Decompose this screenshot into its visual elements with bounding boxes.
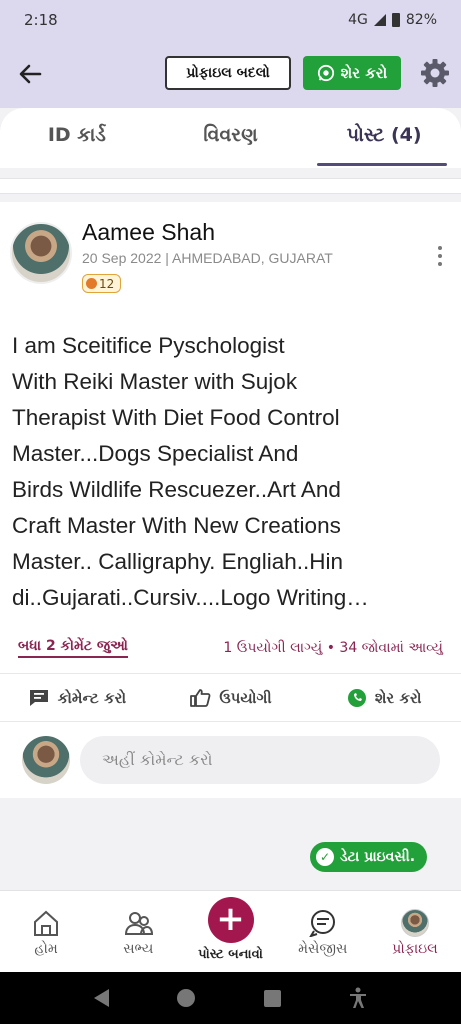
divider-card [0, 178, 461, 194]
check-icon: ✓ [316, 848, 334, 866]
nav-members-label: સભ્ય [123, 941, 154, 957]
nav-home-label: હોમ [34, 941, 58, 957]
useful-label: ઉપયોગી [219, 688, 272, 707]
post-stats: 1 ઉપયોગી લાગ્યું • 34 જોવામાં આવ્યું [223, 640, 443, 656]
battery-level: 82% [405, 12, 437, 28]
home-button-icon[interactable] [177, 989, 196, 1007]
tab-posts[interactable]: પોસ્ટ (4) [307, 108, 461, 168]
edit-profile-button[interactable]: પ્રોફાઇલ બદલો [165, 56, 291, 90]
post-actions: કોમેન્ટ કરો ઉપયોગી શેર કરો [0, 674, 461, 722]
stats-row: બધા 2 કોમેંટ જુઓ 1 ઉપયોગી લાગ્યું • 34 જ… [0, 628, 461, 674]
system-nav-bar [0, 972, 461, 1024]
bottom-nav: હોમ સભ્ય + પોસ્ટ બનાવો મેસેજીસ પ્રોફાઇલ [0, 890, 461, 972]
nav-messages-label: મેસેજીસ [298, 941, 348, 957]
nav-profile[interactable]: પ્રોફાઇલ [369, 891, 461, 972]
members-icon [125, 912, 154, 935]
back-icon[interactable] [94, 989, 110, 1007]
dot [438, 254, 442, 258]
badge-count: 12 [99, 276, 115, 291]
more-options-icon[interactable] [430, 244, 450, 268]
medal-badge: 12 [82, 274, 122, 293]
profile-tabs: ID કાર્ડ વિવરણ પોસ્ટ (4) [0, 108, 461, 168]
nav-create-label: પોસ્ટ બનાવો [198, 947, 263, 962]
share-button[interactable]: શેર કરો [303, 56, 401, 90]
nav-members[interactable]: સભ્ય [92, 891, 184, 972]
avatar [400, 909, 429, 937]
useful-button[interactable]: ઉપયોગી [154, 674, 308, 721]
nav-home[interactable]: હોમ [0, 891, 92, 972]
whatsapp-icon [317, 64, 334, 82]
data-privacy-button[interactable]: ✓ ડેટા પ્રાઇવસી. [310, 842, 428, 872]
recents-icon[interactable] [263, 989, 281, 1007]
signal-icon [373, 14, 386, 26]
gear-icon[interactable] [419, 57, 451, 89]
accessibility-icon[interactable] [349, 987, 367, 1009]
comment-composer: અહીં કોમેન્ટ કરો [0, 722, 461, 798]
nav-profile-label: પ્રોફાઇલ [392, 941, 438, 957]
post-meta: 20 Sep 2022 | AHMEDABAD, GUJARAT [82, 250, 333, 266]
home-icon [34, 910, 59, 936]
chat-icon [308, 910, 335, 937]
back-arrow-svg [19, 64, 42, 84]
nav-messages[interactable]: મેસેજીસ [277, 891, 369, 972]
tab-id-card[interactable]: ID કાર્ડ [0, 108, 154, 168]
battery-icon [391, 13, 400, 27]
comment-label: કોમેન્ટ કરો [57, 688, 127, 707]
avatar [22, 736, 70, 784]
share-post-button[interactable]: શેર કરો [307, 674, 461, 721]
author-name[interactable]: Aamee Shah [82, 219, 215, 246]
dot [438, 246, 442, 250]
status-bar: 2:18 4G 82% [0, 0, 461, 40]
nav-create-post[interactable]: + પોસ્ટ બનાવો [184, 891, 276, 972]
view-all-comments-link[interactable]: બધા 2 કોમેંટ જુઓ [18, 638, 128, 658]
divider [0, 168, 461, 202]
post-text[interactable]: I am Sceitifice Pyschologist With Reiki … [12, 328, 452, 616]
comment-icon [29, 689, 48, 706]
comment-button[interactable]: કોમેન્ટ કરો [0, 674, 154, 721]
data-privacy-label: ડેટા પ્રાઇવસી. [340, 849, 416, 865]
whatsapp-icon [347, 688, 366, 707]
back-arrow-icon[interactable] [14, 58, 46, 90]
network-label: 4G [348, 12, 368, 28]
thumbs-up-icon [190, 688, 211, 707]
post-card: Aamee Shah 20 Sep 2022 | AHMEDABAD, GUJA… [0, 202, 461, 798]
plus-icon: + [207, 897, 254, 943]
status-indicators: 4G 82% [348, 12, 437, 28]
app-header: પ્રોફાઇલ બદલો શેર કરો [0, 40, 461, 108]
medal-icon [86, 278, 97, 289]
comment-input[interactable]: અહીં કોમેન્ટ કરો [80, 736, 440, 784]
avatar[interactable] [10, 222, 72, 284]
gear-svg [421, 59, 449, 87]
status-time: 2:18 [24, 11, 58, 29]
tab-details[interactable]: વિવરણ [154, 108, 308, 168]
share-post-label: શેર કરો [374, 688, 422, 707]
share-label: શેર કરો [340, 64, 388, 82]
dot [438, 262, 442, 266]
